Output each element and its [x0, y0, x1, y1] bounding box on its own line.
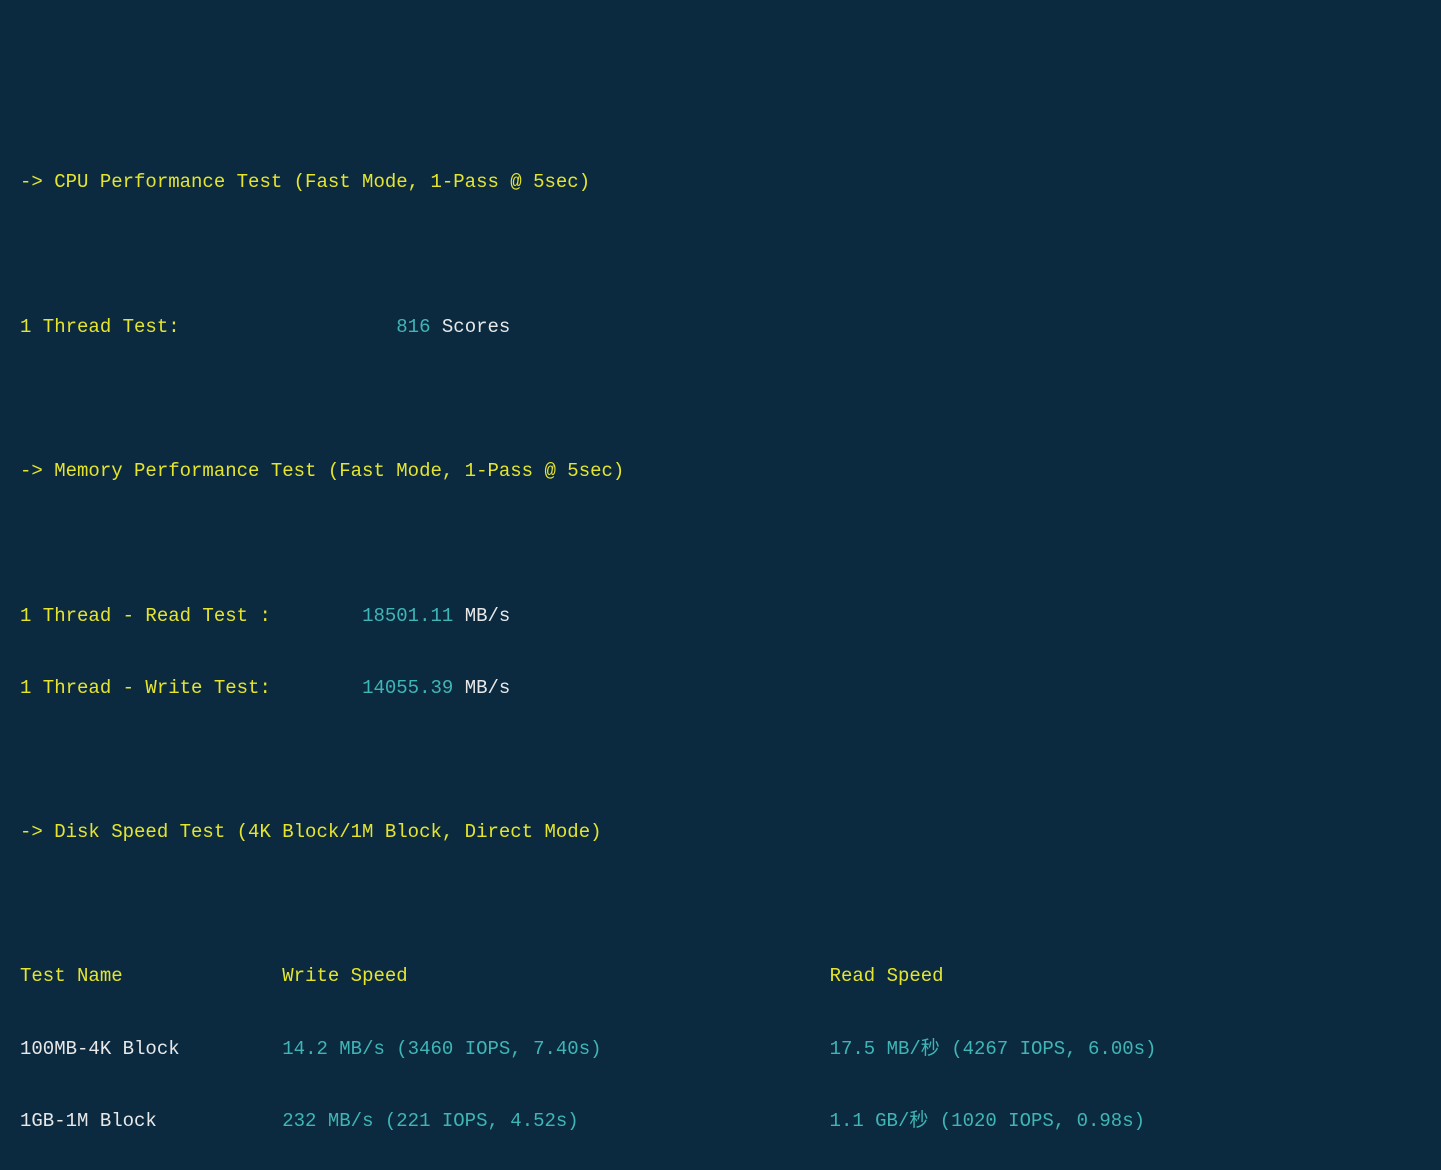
disk-col-write: Write Speed — [282, 965, 407, 987]
blank-line — [20, 237, 1421, 273]
memory-test-header: -> Memory Performance Test (Fast Mode, 1… — [20, 453, 1421, 489]
disk-row-write: 232 MB/s (221 IOPS, 4.52s) — [282, 1110, 829, 1132]
blank-line — [20, 525, 1421, 561]
disk-row-0: 100MB-4K Block 14.2 MB/s (3460 IOPS, 7.4… — [20, 1031, 1421, 1067]
disk-col-read: Read Speed — [830, 965, 944, 987]
disk-row-read: 1.1 GB/秒 (1020 IOPS, 0.98s) — [830, 1110, 1145, 1132]
disk-row-name: 100MB-4K Block — [20, 1038, 282, 1060]
memory-write-unit: MB/s — [453, 677, 510, 699]
cpu-thread-value: 816 — [396, 316, 430, 338]
memory-write-label: 1 Thread - Write Test: — [20, 677, 362, 699]
memory-write-row: 1 Thread - Write Test: 14055.39 MB/s — [20, 670, 1421, 706]
disk-col-name: Test Name — [20, 965, 123, 987]
cpu-thread-row: 1 Thread Test: 816 Scores — [20, 309, 1421, 345]
memory-read-row: 1 Thread - Read Test : 18501.11 MB/s — [20, 598, 1421, 634]
disk-test-header: -> Disk Speed Test (4K Block/1M Block, D… — [20, 814, 1421, 850]
cpu-thread-unit: Scores — [431, 316, 511, 338]
disk-row-read: 17.5 MB/秒 (4267 IOPS, 6.00s) — [830, 1038, 1157, 1060]
memory-write-value: 14055.39 — [362, 677, 453, 699]
disk-row-write: 14.2 MB/s (3460 IOPS, 7.40s) — [282, 1038, 829, 1060]
blank-line — [20, 742, 1421, 778]
disk-table-header: Test Name Write Speed Read Speed — [20, 958, 1421, 994]
memory-read-label: 1 Thread - Read Test : — [20, 605, 362, 627]
blank-line — [20, 381, 1421, 417]
memory-read-value: 18501.11 — [362, 605, 453, 627]
cpu-test-header: -> CPU Performance Test (Fast Mode, 1-Pa… — [20, 164, 1421, 200]
blank-line — [20, 886, 1421, 922]
memory-read-unit: MB/s — [453, 605, 510, 627]
disk-row-1: 1GB-1M Block 232 MB/s (221 IOPS, 4.52s) … — [20, 1103, 1421, 1139]
cpu-thread-label: 1 Thread Test: — [20, 316, 396, 338]
disk-row-name: 1GB-1M Block — [20, 1110, 282, 1132]
